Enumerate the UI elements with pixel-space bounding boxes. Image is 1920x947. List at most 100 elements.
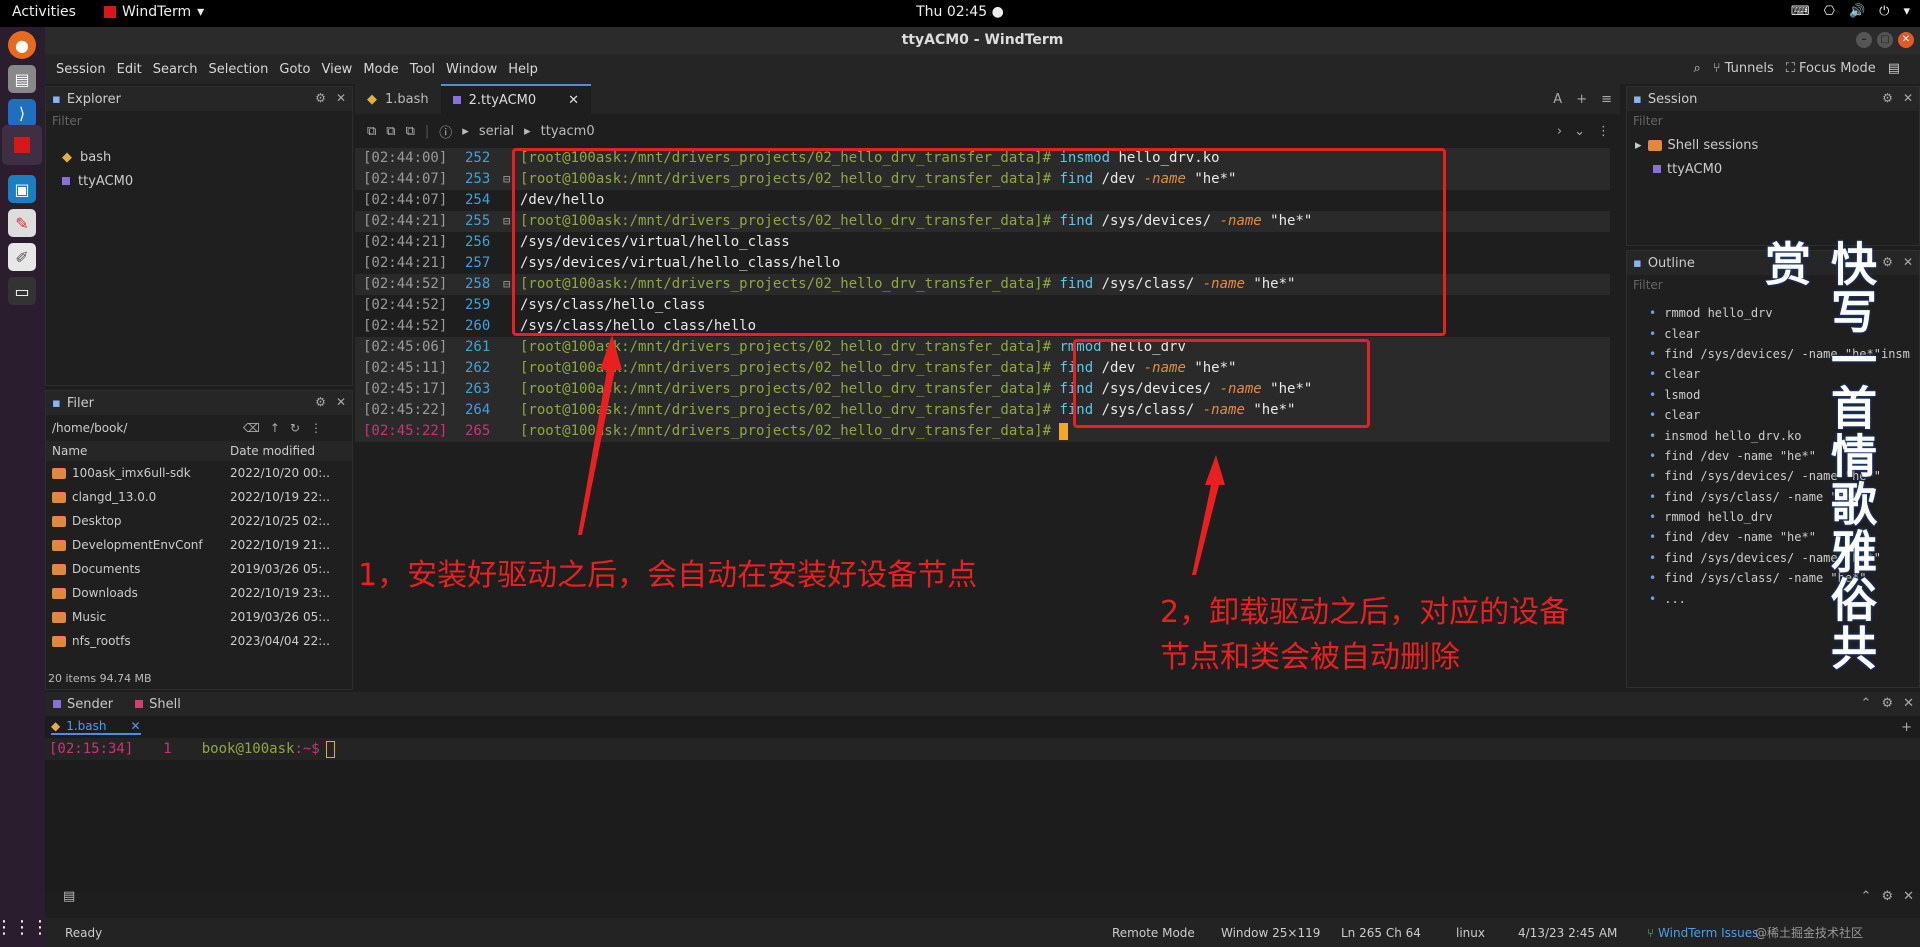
bottom-terminal-line[interactable]: [02:15:34] 1 book@100ask :~$ bbox=[45, 738, 1920, 760]
menu-session[interactable]: Session bbox=[56, 62, 106, 77]
gear-icon[interactable]: ⚙ bbox=[1881, 696, 1893, 711]
status-os[interactable]: linux bbox=[1456, 926, 1485, 940]
notes-icon[interactable]: ✐ bbox=[8, 243, 36, 271]
menu-goto[interactable]: Goto bbox=[279, 62, 310, 77]
explorer-item-bash[interactable]: ◆ bash bbox=[46, 145, 352, 169]
folder-icon bbox=[52, 515, 66, 527]
up-directory-icon[interactable]: ↑ bbox=[270, 421, 280, 435]
vscode-icon[interactable]: ⟩ bbox=[8, 99, 36, 127]
menu-view[interactable]: View bbox=[321, 62, 352, 77]
menu-search[interactable]: Search bbox=[153, 62, 198, 77]
menu-window[interactable]: Window bbox=[446, 62, 497, 77]
menu-help[interactable]: Help bbox=[508, 62, 538, 77]
new-session-icon[interactable]: ⧉ bbox=[367, 124, 376, 139]
breadcrumb-serial[interactable]: serial bbox=[479, 124, 514, 139]
firefox-icon[interactable]: ● bbox=[8, 31, 36, 59]
table-row[interactable]: clangd_13.0.0 2022/10/19 22:.. bbox=[46, 485, 352, 509]
status-issues-link[interactable]: ⑂ WindTerm Issues bbox=[1647, 926, 1758, 940]
menu-mode[interactable]: Mode bbox=[363, 62, 398, 77]
close-icon[interactable]: ✕ bbox=[336, 91, 346, 105]
tab-1-bash[interactable]: ◆ 1.bash bbox=[355, 84, 441, 114]
menu-tool[interactable]: Tool bbox=[410, 62, 435, 77]
collapse-icon[interactable]: ⌃ bbox=[1861, 696, 1872, 711]
table-row[interactable]: Desktop 2022/10/25 02:.. bbox=[46, 509, 352, 533]
gear-icon[interactable]: ⚙ bbox=[1881, 889, 1893, 904]
close-icon[interactable]: ✕ bbox=[1903, 91, 1913, 105]
close-tab-icon[interactable]: ✕ bbox=[131, 719, 141, 733]
gear-icon[interactable]: ⚙ bbox=[1882, 91, 1893, 105]
name-column-header[interactable]: Name bbox=[46, 444, 224, 458]
more-icon[interactable]: ⋮ bbox=[310, 421, 322, 435]
table-row[interactable]: 100ask_imx6ull-sdk 2022/10/20 00:.. bbox=[46, 461, 352, 485]
duplicate-icon[interactable]: ⧉ bbox=[386, 124, 395, 139]
close-icon[interactable]: ✕ bbox=[1903, 255, 1913, 269]
app-menu-button[interactable]: WindTerm ▾ bbox=[104, 4, 204, 20]
activities-button[interactable]: Activities bbox=[12, 4, 76, 20]
layout-icon[interactable]: ▤ bbox=[1888, 61, 1900, 76]
menu-selection[interactable]: Selection bbox=[208, 62, 268, 77]
close-icon[interactable]: ✕ bbox=[336, 395, 346, 409]
close-tab-icon[interactable]: ✕ bbox=[568, 93, 579, 108]
explorer-item-ttyacm0[interactable]: ttyACM0 bbox=[46, 169, 352, 193]
tab-shell[interactable]: Shell bbox=[135, 697, 181, 712]
status-position[interactable]: Ln 265 Ch 64 bbox=[1341, 926, 1421, 940]
tab-menu-icon[interactable]: ≡ bbox=[1601, 92, 1612, 107]
clock[interactable]: Thu 02:45 ● bbox=[0, 4, 1920, 20]
add-tab-icon[interactable]: + bbox=[1901, 720, 1912, 735]
fold-icon[interactable]: ⊟ bbox=[503, 169, 510, 190]
chevron-down-icon[interactable]: ⌄ bbox=[1574, 124, 1585, 139]
status-mode[interactable]: Remote Mode bbox=[1112, 926, 1195, 940]
filer-path-input[interactable]: /home/book/ bbox=[52, 421, 127, 435]
tab-sender[interactable]: Sender bbox=[53, 697, 113, 712]
file-name: Downloads bbox=[72, 586, 138, 600]
status-window-size[interactable]: Window 25×119 bbox=[1221, 926, 1320, 940]
annotation-text-remove-line1: 2，卸载驱动之后，对应的设备 bbox=[1160, 595, 1570, 630]
tunnels-button[interactable]: ⑂ Tunnels bbox=[1713, 61, 1774, 76]
chevron-right-icon[interactable]: › bbox=[1557, 124, 1562, 139]
close-button[interactable]: ✕ bbox=[1898, 32, 1914, 48]
table-row[interactable]: Documents 2019/03/26 05:.. bbox=[46, 557, 352, 581]
files-icon[interactable]: ▤ bbox=[8, 65, 36, 93]
font-icon[interactable]: A bbox=[1553, 92, 1562, 107]
table-row[interactable]: Music 2019/03/26 05:.. bbox=[46, 605, 352, 629]
refresh-icon[interactable]: ↻ bbox=[290, 421, 300, 435]
gear-icon[interactable]: ⚙ bbox=[315, 395, 326, 409]
more-icon[interactable]: ⋮ bbox=[1597, 124, 1610, 139]
panel-dot-icon: ▪ bbox=[1633, 255, 1642, 271]
focus-mode-button[interactable]: ⛶ Focus Mode bbox=[1786, 61, 1876, 76]
send-icon[interactable]: ▤ bbox=[63, 889, 75, 904]
table-row[interactable]: Downloads 2022/10/19 23:.. bbox=[46, 581, 352, 605]
fold-icon[interactable]: ⊟ bbox=[503, 274, 510, 295]
session-item-ttyacm0[interactable]: ttyACM0 bbox=[1627, 157, 1919, 181]
minimize-button[interactable]: – bbox=[1856, 32, 1872, 48]
date-column-header[interactable]: Date modified bbox=[224, 444, 339, 458]
explorer-panel: ▪ Explorer ⚙ ✕ Filter ◆ bash ttyACM0 bbox=[45, 86, 353, 386]
bullet-icon: • bbox=[1649, 408, 1657, 423]
info-icon[interactable]: ⓘ bbox=[439, 122, 452, 141]
add-tab-icon[interactable]: + bbox=[1576, 92, 1587, 107]
remote-desktop-icon[interactable]: ▣ bbox=[8, 175, 36, 203]
tab-2-ttyacm0[interactable]: 2.ttyACM0 ✕ bbox=[440, 84, 592, 114]
collapse-icon[interactable]: ⌃ bbox=[1861, 889, 1872, 904]
search-icon[interactable]: ⌕ bbox=[1693, 61, 1700, 76]
close-icon[interactable]: ✕ bbox=[1903, 889, 1914, 904]
subtab-1-bash[interactable]: ◆ 1.bash ✕ bbox=[51, 719, 141, 735]
breadcrumb-ttyacm0[interactable]: ttyacm0 bbox=[541, 124, 595, 139]
fold-icon[interactable]: ⊟ bbox=[503, 211, 510, 232]
maximize-button[interactable]: □ bbox=[1877, 32, 1893, 48]
table-row[interactable]: nfs_rootfs 2023/04/04 22:.. bbox=[46, 629, 352, 653]
table-row[interactable]: DevelopmentEnvConf 2022/10/19 21:.. bbox=[46, 533, 352, 557]
terminal-icon[interactable]: ▭ bbox=[8, 277, 36, 305]
text-editor-icon[interactable]: ✎ bbox=[8, 209, 36, 237]
session-filter-input[interactable]: Filter bbox=[1627, 111, 1919, 133]
system-tray[interactable]: ⌨ ⎔ 🔊 ⏻ ▾ bbox=[1791, 4, 1910, 19]
close-icon[interactable]: ✕ bbox=[1903, 696, 1914, 711]
menu-edit[interactable]: Edit bbox=[117, 62, 142, 77]
session-group-shell[interactable]: ▸ Shell sessions bbox=[1627, 133, 1919, 157]
windterm-dock-icon[interactable] bbox=[2, 125, 42, 165]
copy-icon[interactable]: ⧉ bbox=[406, 124, 415, 139]
explorer-filter-input[interactable]: Filter bbox=[46, 111, 352, 133]
clear-path-icon[interactable]: ⌫ bbox=[243, 421, 260, 435]
app-grid-icon[interactable]: ⋮⋮⋮ bbox=[0, 913, 49, 941]
gear-icon[interactable]: ⚙ bbox=[315, 91, 326, 105]
